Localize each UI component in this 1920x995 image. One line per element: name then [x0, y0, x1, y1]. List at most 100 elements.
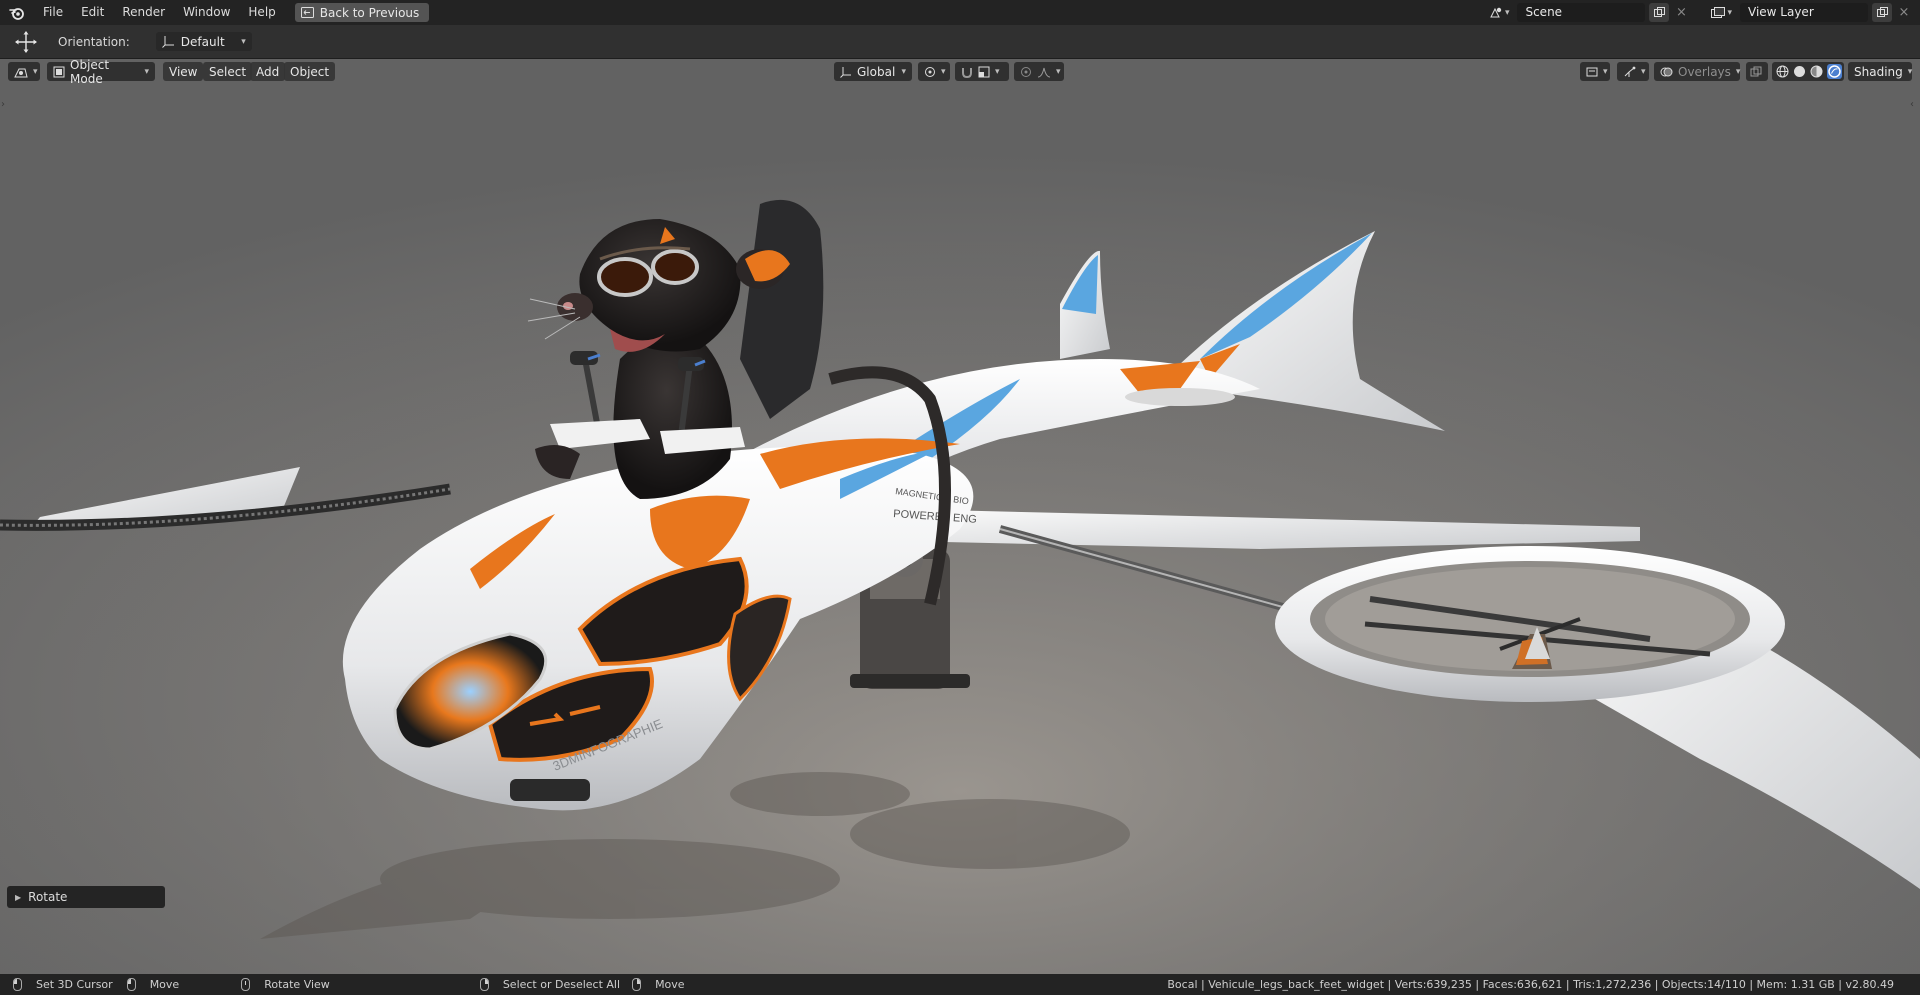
hint-select-deselect: Select or Deselect All: [479, 974, 621, 995]
hint-label: Rotate View: [264, 978, 330, 991]
chevron-down-icon: ▾: [241, 36, 246, 47]
front-skid: [510, 779, 590, 801]
top-menu-bar: File Edit Render Window Help Back to Pre…: [0, 0, 1920, 25]
3d-viewport-icon: [14, 66, 28, 78]
hint-move: Move: [126, 974, 180, 995]
view-layer-name-field[interactable]: View Layer: [1740, 3, 1868, 22]
hint-label: Move: [149, 978, 180, 991]
mouse-right-drag-icon: [632, 978, 642, 991]
blender-logo-icon[interactable]: [0, 0, 34, 25]
solid-shading-icon[interactable]: [1793, 65, 1806, 78]
expand-arrow-icon: ▶: [15, 892, 22, 902]
rendered-shading-icon[interactable]: [1827, 64, 1842, 79]
hint-label: Move: [655, 978, 685, 991]
scene-controls: ▾ Scene × ▾ View Layer ×: [1485, 3, 1912, 22]
chevron-down-icon: ▾: [1056, 66, 1061, 77]
chevron-down-icon: ▾: [33, 66, 38, 77]
scene-name-field[interactable]: Scene: [1517, 3, 1646, 22]
object-mode-dropdown[interactable]: Object Mode ▾: [47, 59, 155, 86]
viewport-header: ▾ Object Mode ▾ View Select Add Object G…: [0, 59, 1920, 86]
overlays-dropdown[interactable]: Overlays ▾: [1654, 62, 1740, 81]
mouse-drag-icon: [126, 978, 136, 991]
view-object-types-dropdown[interactable]: ▾: [1580, 62, 1610, 81]
mouse-left-icon: [13, 978, 22, 991]
view-layer-icon: [1711, 6, 1726, 19]
falloff-curve-icon: [1037, 66, 1051, 78]
last-operator-panel[interactable]: ▶ Rotate: [7, 886, 165, 908]
chevron-down-icon: ▾: [901, 66, 906, 77]
menu-render[interactable]: Render: [113, 0, 174, 25]
view-layer-selector[interactable]: ▾: [1707, 3, 1736, 22]
hint-set-3d-cursor: Set 3D Cursor: [13, 974, 113, 995]
orientation-dropdown[interactable]: Default ▾: [155, 32, 252, 51]
viewport-menu-add[interactable]: Add: [250, 62, 286, 81]
mouse-middle-icon: [241, 978, 251, 991]
move-tool-icon[interactable]: [8, 27, 44, 57]
viewport-menu-select[interactable]: Select: [203, 62, 253, 81]
shading-dropdown[interactable]: Shading ▾: [1848, 62, 1912, 81]
back-to-previous-button[interactable]: Back to Previous: [294, 3, 430, 22]
transform-orientation-dropdown[interactable]: Global ▾: [834, 62, 912, 81]
overlays-label: Overlays: [1678, 64, 1731, 79]
object-mode-label: Object Mode: [70, 59, 110, 86]
orientation-label: Orientation:: [58, 34, 130, 49]
proportional-editing-controls[interactable]: ▾: [1014, 62, 1064, 81]
new-scene-button[interactable]: [1649, 3, 1670, 22]
delete-scene-button[interactable]: ×: [1673, 3, 1689, 22]
hint-move-right: Move: [632, 974, 685, 995]
scene-icon: [1489, 6, 1503, 19]
object-visibility-icon: [1586, 66, 1598, 78]
shading-mode-group[interactable]: [1772, 62, 1844, 81]
delete-view-layer-button[interactable]: ×: [1896, 3, 1912, 22]
transform-orientation-label: Global: [857, 64, 896, 79]
viewport-menu-object[interactable]: Object: [284, 62, 336, 81]
proportional-edit-icon: [1020, 66, 1032, 78]
viewport-menu-view[interactable]: View: [163, 62, 204, 81]
new-view-layer-button[interactable]: [1872, 3, 1892, 22]
chevron-down-icon: ▾: [1735, 66, 1741, 77]
menu-window[interactable]: Window: [174, 0, 239, 25]
pivot-point-dropdown[interactable]: ▾: [918, 62, 950, 81]
toolbar-expand-arrow-icon[interactable]: ›: [1, 99, 5, 110]
object-mode-icon: [53, 66, 65, 78]
menu-help[interactable]: Help: [239, 0, 284, 25]
mouse-right-icon: [479, 978, 489, 991]
chevron-down-icon: ▾: [941, 66, 946, 77]
rear-mount: [1125, 388, 1235, 406]
hint-label: Set 3D Cursor: [36, 978, 113, 991]
chevron-down-icon: ▾: [1641, 66, 1646, 77]
pilot-snout: [557, 293, 593, 321]
pilot-body: [613, 332, 732, 499]
snap-controls[interactable]: ▾: [955, 62, 1009, 81]
wireframe-shading-icon[interactable]: [1776, 65, 1789, 78]
duplicate-icon: [1653, 7, 1665, 18]
menu-file[interactable]: File: [34, 0, 72, 25]
snap-magnet-icon: [961, 66, 973, 78]
chevron-down-icon: ▾: [1727, 7, 1732, 18]
close-icon: ×: [1898, 5, 1910, 20]
screen-back-icon: [300, 7, 314, 18]
hint-label: Select or Deselect All: [502, 978, 621, 991]
tool-settings-bar: Orientation: Default ▾: [0, 25, 1920, 59]
axis-orientation-icon: [840, 66, 852, 78]
snap-increment-icon: [978, 66, 990, 78]
material-shading-icon[interactable]: [1810, 65, 1823, 78]
axis-orientation-icon: [161, 35, 175, 48]
chevron-down-icon: ▾: [1603, 66, 1608, 77]
hint-rotate-view: Rotate View: [241, 974, 330, 995]
gizmo-toggle[interactable]: ▾: [1617, 62, 1649, 81]
pilot-nose: [563, 302, 573, 310]
close-icon: ×: [1676, 5, 1687, 20]
back-to-previous-label: Back to Previous: [319, 5, 420, 20]
xray-toggle[interactable]: [1746, 62, 1768, 81]
3d-viewport[interactable]: MAGNETIC & BIO POWERED ENG 3DMINFOGRAPHI…: [0, 59, 1920, 974]
chevron-down-icon: ▾: [995, 66, 1000, 77]
scene-selector[interactable]: ▾: [1485, 3, 1514, 22]
goggle-right: [651, 249, 699, 285]
operator-label: Rotate: [28, 890, 68, 904]
sidebar-expand-arrow-icon[interactable]: ‹: [1910, 99, 1914, 110]
menu-edit[interactable]: Edit: [72, 0, 113, 25]
gizmo-icon: [1623, 66, 1636, 78]
duplicate-icon: [1876, 7, 1888, 18]
editor-type-dropdown[interactable]: ▾: [8, 62, 40, 81]
